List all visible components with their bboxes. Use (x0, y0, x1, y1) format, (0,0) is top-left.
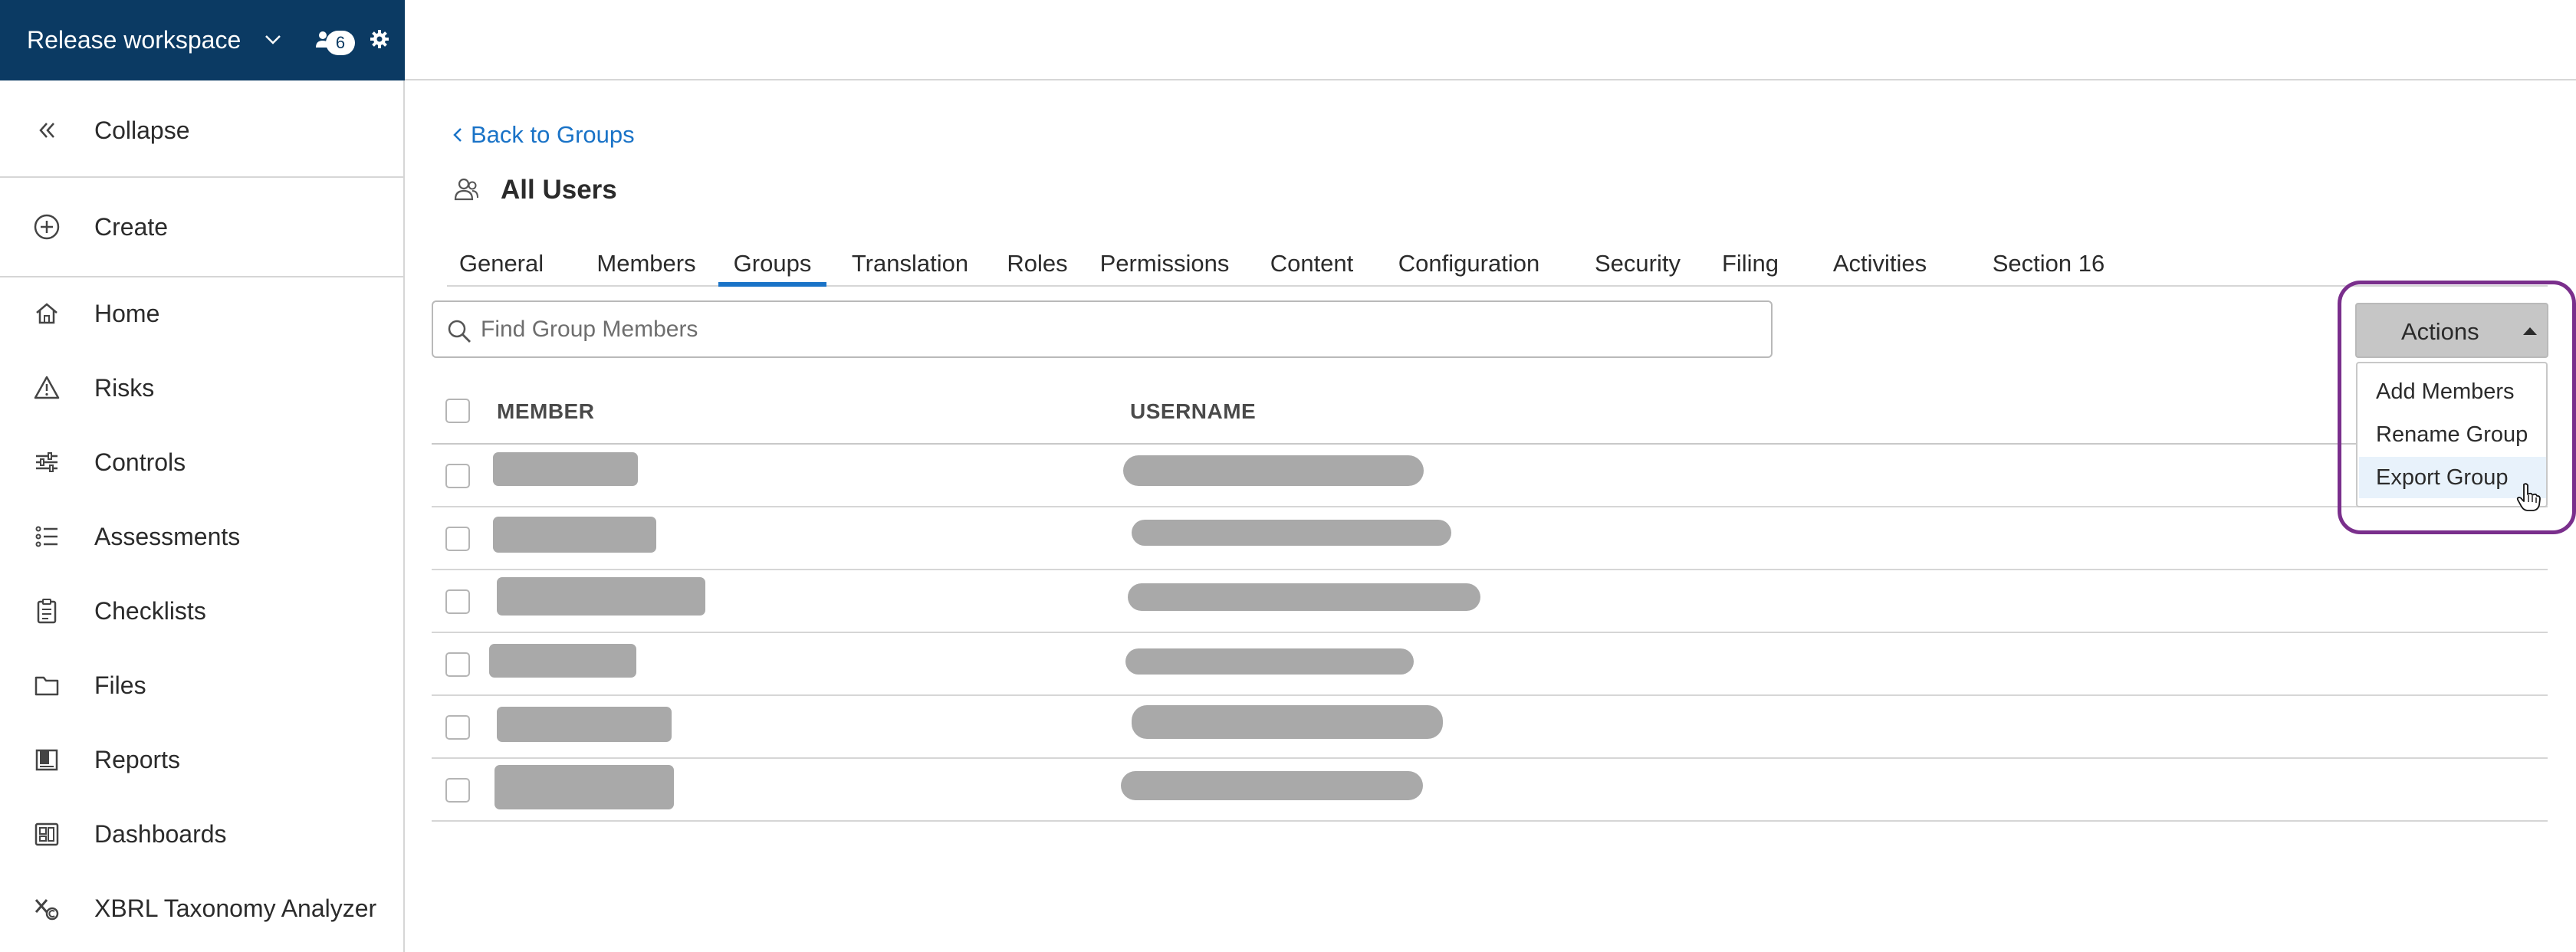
actions-label: Actions (2401, 318, 2479, 345)
sidebar-item-label: XBRL Taxonomy Analyzer (94, 895, 377, 922)
sliders-icon (36, 452, 58, 472)
table-row[interactable] (432, 507, 2548, 570)
workspace-header[interactable]: Release workspace 6 (0, 0, 405, 80)
username-redacted (1132, 705, 1443, 739)
list-icon (35, 526, 58, 547)
sidebar-item-risks[interactable]: Risks (0, 357, 403, 419)
table-row[interactable] (432, 445, 2548, 507)
menu-item-add-members[interactable]: Add Members (2359, 371, 2546, 412)
collapse-button[interactable]: Collapse (0, 83, 403, 178)
caret-up-icon (2523, 327, 2537, 335)
sidebar-item-files[interactable]: Files (0, 655, 403, 716)
row-checkbox[interactable] (445, 527, 470, 551)
folder-icon (34, 676, 59, 696)
sidebar-item-reports[interactable]: Reports (0, 729, 403, 790)
search-box[interactable] (432, 300, 1773, 358)
tab-roles[interactable]: Roles (1001, 244, 1074, 287)
tab-content[interactable]: Content (1257, 244, 1367, 287)
tab-bar: General Members Groups Translation Roles… (447, 244, 2548, 287)
collapse-label: Collapse (94, 117, 190, 144)
back-link-label: Back to Groups (471, 121, 635, 148)
member-name-redacted (493, 452, 638, 486)
users-group-icon (454, 178, 478, 201)
sidebar-item-home[interactable]: Home (0, 283, 403, 344)
table-row[interactable] (432, 759, 2548, 822)
tab-configuration[interactable]: Configuration (1379, 244, 1559, 287)
tab-activities[interactable]: Activities (1815, 244, 1944, 287)
page-title: All Users (501, 175, 617, 205)
tab-translation[interactable]: Translation (842, 244, 978, 287)
xbrl-icon (34, 899, 59, 921)
sidebar-item-label: Checklists (94, 597, 206, 625)
table-header: MEMBER USERNAME (432, 379, 2548, 445)
table-row[interactable] (432, 696, 2548, 759)
menu-item-rename-group[interactable]: Rename Group (2359, 414, 2546, 455)
column-header-username[interactable]: USERNAME (1130, 399, 1256, 425)
sidebar-item-label: Assessments (94, 523, 241, 550)
home-icon (36, 303, 58, 324)
sidebar-item-dashboards[interactable]: Dashboards (0, 803, 403, 865)
member-name-redacted (495, 765, 674, 809)
sidebar-item-xbrl-taxonomy-analyzer[interactable]: XBRL Taxonomy Analyzer (0, 878, 403, 939)
clipboard-icon (37, 599, 57, 624)
username-redacted (1125, 648, 1414, 675)
member-name-redacted (493, 517, 656, 553)
sidebar-item-label: Home (94, 300, 160, 327)
report-icon (35, 749, 58, 771)
hand-cursor-icon (2516, 483, 2541, 511)
search-icon (448, 320, 471, 343)
username-redacted (1128, 583, 1480, 611)
workspace-title[interactable]: Release workspace (27, 23, 241, 57)
sidebar-item-label: Controls (94, 448, 186, 476)
row-checkbox[interactable] (445, 652, 470, 677)
tab-general[interactable]: General (447, 244, 556, 287)
username-redacted (1123, 455, 1424, 486)
search-input[interactable] (481, 308, 1753, 351)
dashboard-icon (34, 822, 59, 846)
sidebar-item-assessments[interactable]: Assessments (0, 506, 403, 567)
sidebar-item-checklists[interactable]: Checklists (0, 580, 403, 642)
column-header-member[interactable]: MEMBER (497, 399, 594, 425)
plus-circle-icon (34, 214, 60, 240)
sidebar-item-label: Risks (94, 374, 155, 402)
double-chevron-left-icon (39, 123, 54, 138)
row-checkbox[interactable] (445, 464, 470, 488)
sidebar-item-controls[interactable]: Controls (0, 432, 403, 493)
sidebar-item-label: Files (94, 671, 146, 699)
chevron-down-icon[interactable] (261, 28, 285, 52)
top-bar (405, 0, 2576, 80)
tab-security[interactable]: Security (1582, 244, 1694, 287)
tab-filing[interactable]: Filing (1706, 244, 1795, 287)
sidebar: Release workspace 6 Collapse Create Home… (0, 0, 405, 952)
sidebar-item-label: Reports (94, 746, 181, 773)
gear-icon[interactable] (368, 28, 391, 51)
create-button[interactable]: Create (0, 178, 403, 277)
sidebar-item-label: Dashboards (94, 820, 227, 848)
row-checkbox[interactable] (445, 778, 470, 803)
table-row[interactable] (432, 633, 2548, 696)
actions-button[interactable]: Actions (2355, 303, 2548, 358)
select-all-checkbox[interactable] (445, 399, 470, 423)
create-label: Create (94, 213, 169, 241)
username-redacted (1121, 771, 1423, 800)
warning-icon (34, 376, 60, 399)
member-name-redacted (497, 577, 705, 616)
member-name-redacted (497, 707, 672, 742)
back-to-groups-link[interactable]: Back to Groups (451, 120, 635, 150)
tab-groups[interactable]: Groups (718, 244, 826, 287)
chevron-left-icon (453, 128, 462, 142)
member-name-redacted (489, 644, 636, 678)
table-row[interactable] (432, 570, 2548, 633)
row-checkbox[interactable] (445, 715, 470, 740)
notification-badge[interactable]: 6 (326, 31, 355, 55)
username-redacted (1132, 520, 1451, 546)
row-checkbox[interactable] (445, 589, 470, 614)
tab-permissions[interactable]: Permissions (1089, 244, 1240, 287)
tab-members[interactable]: Members (586, 244, 706, 287)
tab-section-16[interactable]: Section 16 (1965, 244, 2132, 287)
